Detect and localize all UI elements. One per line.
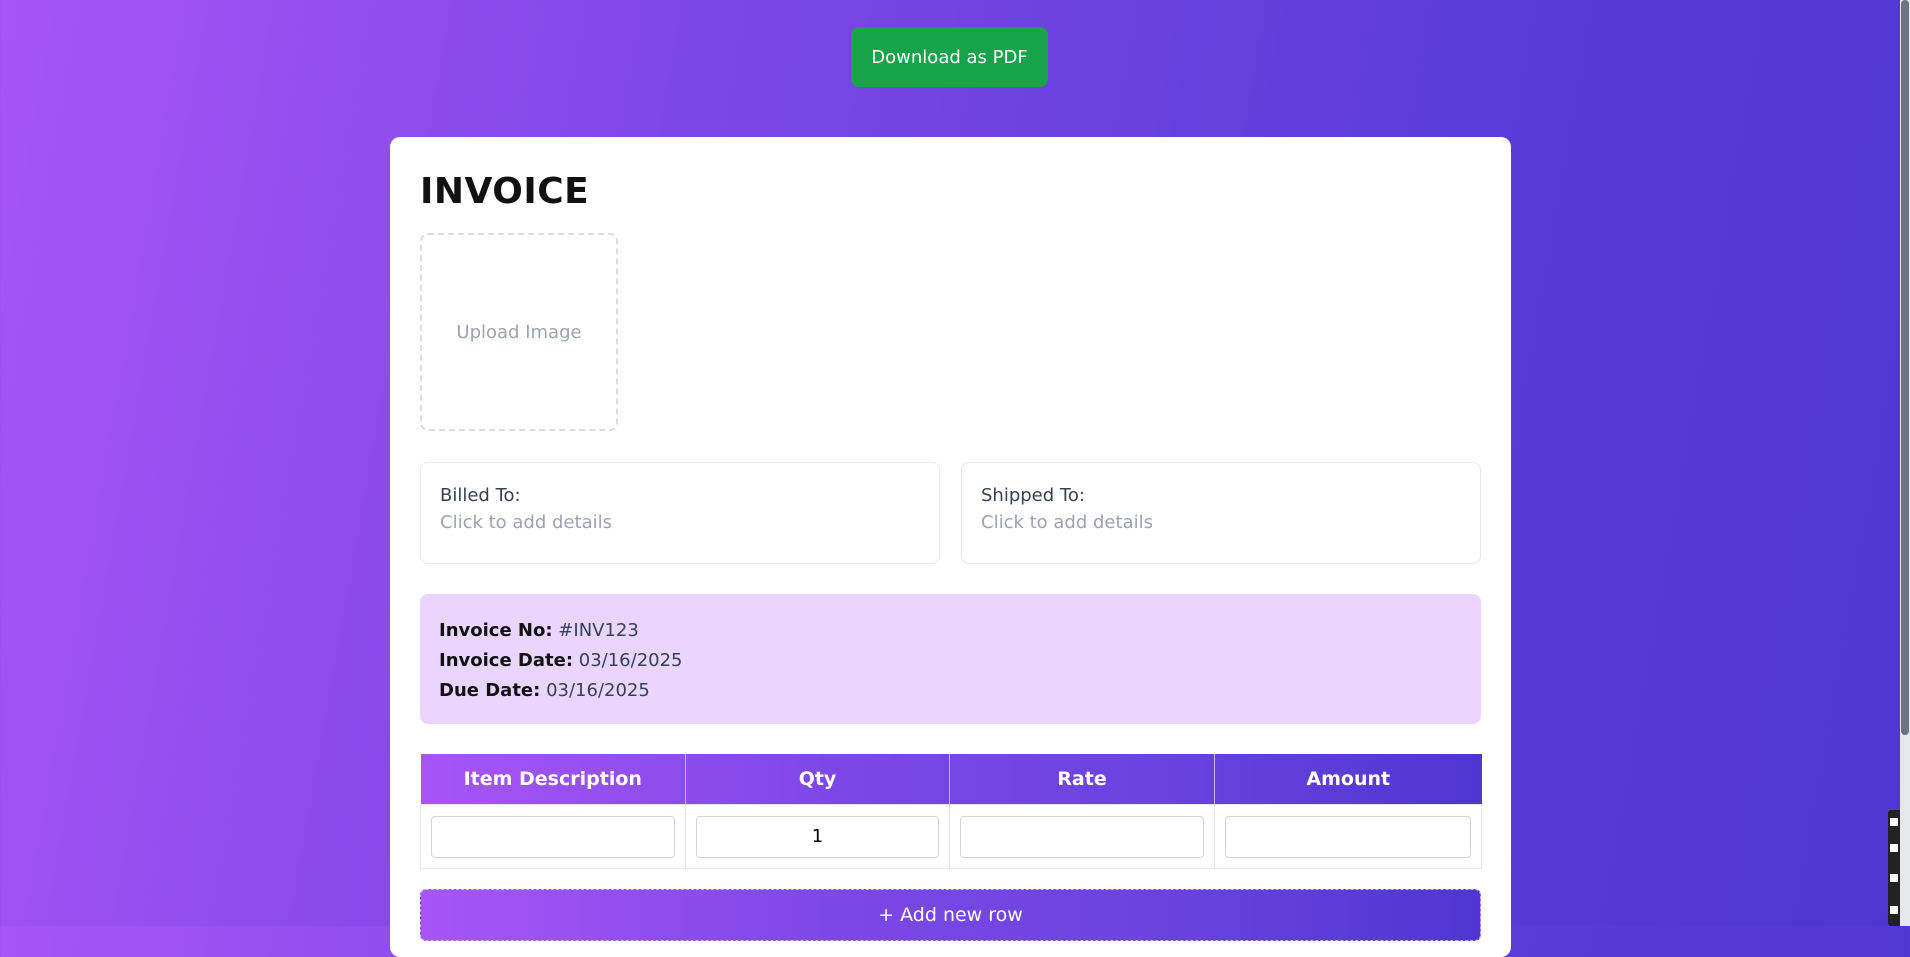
invoice-date-label: Invoice Date: [439,650,574,671]
items-table: Item Description Qty Rate Amount [420,754,1482,869]
toolbar-icon-4[interactable] [1890,906,1898,914]
header-qty: Qty [685,754,950,805]
toolbar-icon-2[interactable] [1890,844,1898,852]
invoice-date-value[interactable]: 03/16/2025 [579,650,683,671]
table-row [420,804,1482,869]
billed-to-placeholder: Click to add details [440,512,612,533]
billed-to-box[interactable]: Billed To: Click to add details [420,462,940,564]
invoice-title: INVOICE [420,171,590,212]
cell-amount [1214,804,1482,869]
qty-input[interactable] [696,815,939,858]
due-date-label: Due Date: [439,680,541,701]
header-amount: Amount [1306,768,1391,790]
billed-to-label: Billed To: [440,485,521,506]
invoice-number-label: Invoice No: [439,620,553,641]
cell-rate [949,804,1215,869]
download-pdf-button[interactable]: Download as PDF [851,27,1048,87]
invoice-meta: Invoice No: #INV123 Invoice Date: 03/16/… [420,594,1481,724]
due-date-value[interactable]: 03/16/2025 [546,680,650,701]
invoice-number-value[interactable]: #INV123 [558,620,639,641]
cell-qty [685,804,950,869]
due-date-row: Due Date: 03/16/2025 [439,676,1462,706]
shipped-to-label: Shipped To: [981,485,1085,506]
invoice-date-row: Invoice Date: 03/16/2025 [439,646,1462,676]
add-row-button[interactable]: + Add new row [420,889,1481,941]
shipped-to-box[interactable]: Shipped To: Click to add details [961,462,1481,564]
items-table-header: Item Description Qty Rate Amount [420,754,1482,805]
invoice-card: INVOICE Upload Image Billed To: Click to… [390,137,1511,957]
scrollbar-thumb[interactable] [1901,0,1909,735]
description-input[interactable] [431,815,675,858]
scrollbar[interactable] [1900,0,1910,926]
header-rate: Rate [949,754,1215,805]
header-item-description: Item Description [420,754,686,805]
upload-image-label: Upload Image [456,321,582,343]
upload-image-area[interactable]: Upload Image [420,233,618,431]
amount-input[interactable] [1225,815,1471,858]
toolbar-icon-3[interactable] [1890,874,1898,882]
toolbar-icon-1[interactable] [1890,818,1898,826]
rate-input[interactable] [960,815,1204,858]
invoice-number-row: Invoice No: #INV123 [439,616,1462,646]
shipped-to-placeholder: Click to add details [981,512,1153,533]
cell-description [420,804,686,869]
floating-toolbar[interactable] [1888,810,1900,926]
